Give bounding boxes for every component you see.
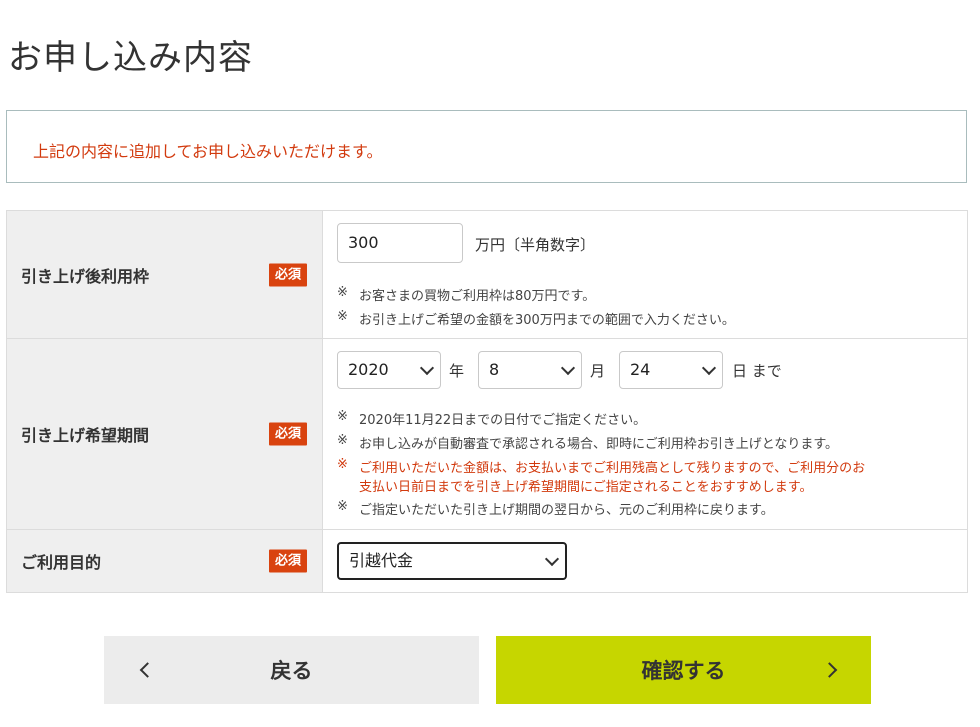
note-mark: ※ <box>337 499 348 514</box>
limit-row: 引き上げ後利用枠 必須 300 万円〔半角数字〕 ※ お客さまの買物ご利用枠は8… <box>6 211 968 339</box>
limit-label-cell: 引き上げ後利用枠 必須 <box>7 211 323 338</box>
limit-input-cell: 300 万円〔半角数字〕 ※ お客さまの買物ご利用枠は80万円です。 ※ お引き… <box>323 211 967 338</box>
day-value: 24 <box>630 360 651 379</box>
chevron-down-icon <box>560 360 576 376</box>
month-value: 8 <box>489 360 500 379</box>
period-row: 引き上げ希望期間 必須 2020 年 8 月 24 日 まで ※ 2020年11… <box>6 339 968 530</box>
limit-unit: 万円〔半角数字〕 <box>475 236 596 254</box>
month-select[interactable]: 8 <box>478 351 582 389</box>
period-label: 引き上げ希望期間 <box>21 426 150 445</box>
application-form: 引き上げ後利用枠 必須 300 万円〔半角数字〕 ※ お客さまの買物ご利用枠は8… <box>6 210 968 593</box>
purpose-input-cell: 引越代金 <box>323 530 967 592</box>
period-note: ※ ご指定いただいた引き上げ期間の翌日から、元のご利用枠に戻ります。 <box>337 499 774 518</box>
period-note-text: 2020年11月22日までの日付でご指定ください。 <box>359 413 647 428</box>
warning-line-1: ご利用いただいた金額は、お支払いまでご利用残高として残りますので、ご利用分のお <box>359 461 866 476</box>
chevron-left-icon <box>139 662 156 678</box>
limit-amount-input[interactable]: 300 <box>337 223 463 263</box>
period-note: ※ 2020年11月22日までの日付でご指定ください。 <box>337 409 646 428</box>
period-note-text: お申し込みが自動審査で承認される場合、即時にご利用枠お引き上げとなります。 <box>359 437 839 452</box>
purpose-label: ご利用目的 <box>21 553 102 572</box>
period-note-text: ご指定いただいた引き上げ期間の翌日から、元のご利用枠に戻ります。 <box>359 503 774 518</box>
day-unit: 日 まで <box>732 362 782 380</box>
chevron-down-icon <box>419 360 435 376</box>
confirm-button[interactable]: 確認する <box>496 636 871 704</box>
page-title: お申し込み内容 <box>8 38 253 78</box>
purpose-value: 引越代金 <box>349 551 414 570</box>
note-mark: ※ <box>337 457 348 472</box>
purpose-row: ご利用目的 必須 引越代金 <box>6 530 968 593</box>
period-input-cell: 2020 年 8 月 24 日 まで ※ 2020年11月22日までの日付でご指… <box>323 339 967 529</box>
required-badge: 必須 <box>269 263 308 286</box>
warning-line-2: 支払い日前日までを引き上げ希望期間にご指定されることをおすすめします。 <box>359 480 813 495</box>
limit-note-text: お引き上げご希望の金額を300万円までの範囲で入力ください。 <box>359 313 735 328</box>
notice-text: 上記の内容に追加してお申し込みいただけます。 <box>33 142 383 161</box>
required-badge: 必須 <box>269 422 308 446</box>
period-note: ※ お申し込みが自動審査で承認される場合、即時にご利用枠お引き上げとなります。 <box>337 433 838 452</box>
period-warning-text: ご利用いただいた金額は、お支払いまでご利用残高として残りますので、ご利用分のお … <box>359 457 865 495</box>
limit-label: 引き上げ後利用枠 <box>21 266 150 286</box>
limit-note-text: お客さまの買物ご利用枠は80万円です。 <box>359 289 596 304</box>
notice-box: 上記の内容に追加してお申し込みいただけます。 <box>6 110 967 183</box>
chevron-right-icon <box>821 662 838 678</box>
year-select[interactable]: 2020 <box>337 351 441 389</box>
month-unit: 月 <box>590 362 606 380</box>
note-mark: ※ <box>337 433 348 448</box>
period-warning: ※ ご利用いただいた金額は、お支払いまでご利用残高として残りますので、ご利用分の… <box>337 457 865 495</box>
back-button-label: 戻る <box>270 659 313 683</box>
chevron-down-icon <box>544 551 560 567</box>
required-badge: 必須 <box>269 549 308 573</box>
purpose-select[interactable]: 引越代金 <box>337 542 567 580</box>
day-select[interactable]: 24 <box>619 351 723 389</box>
year-value: 2020 <box>348 360 389 379</box>
note-mark: ※ <box>337 285 348 300</box>
year-unit: 年 <box>449 362 465 380</box>
period-label-cell: 引き上げ希望期間 必須 <box>7 339 323 529</box>
note-mark: ※ <box>337 309 348 324</box>
back-button[interactable]: 戻る <box>104 636 479 704</box>
confirm-button-label: 確認する <box>641 659 726 683</box>
chevron-down-icon <box>701 360 717 376</box>
note-mark: ※ <box>337 409 348 424</box>
purpose-label-cell: ご利用目的 必須 <box>7 530 323 592</box>
limit-note: ※ お客さまの買物ご利用枠は80万円です。 <box>337 285 595 304</box>
limit-note: ※ お引き上げご希望の金額を300万円までの範囲で入力ください。 <box>337 309 735 328</box>
